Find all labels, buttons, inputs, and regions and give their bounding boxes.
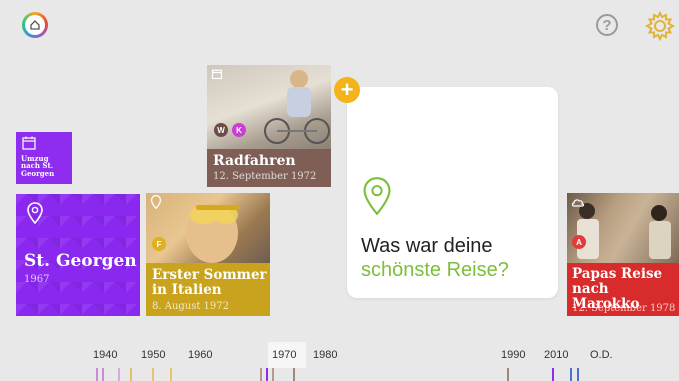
timeline-tick: [130, 368, 132, 381]
person-badge: A: [572, 235, 586, 249]
timeline-year[interactable]: 1980: [313, 349, 337, 361]
timeline-tick: [577, 368, 579, 381]
card-title: Radfahren: [213, 153, 296, 169]
location-pin-icon: [150, 195, 162, 209]
card-date: 1967: [24, 274, 50, 285]
card-papas-reise[interactable]: A Papas Reise nach Marokko 12. September…: [567, 193, 679, 316]
cloud-icon: [571, 199, 585, 207]
question-line-1: Was war deine: [361, 235, 493, 257]
timeline-tick: [293, 368, 295, 381]
card-title: St. Georgen: [24, 251, 137, 271]
timeline-tick: [260, 368, 262, 381]
help-button[interactable]: ?: [596, 14, 618, 36]
gear-icon: [644, 10, 676, 42]
card-title: Erster Sommer in Italien: [152, 267, 267, 298]
card-title: Umzug nach St. Georgen: [21, 154, 55, 178]
photo: [207, 65, 331, 149]
timeline-year-selected[interactable]: 1970: [272, 349, 296, 361]
timeline-tick: [570, 368, 572, 381]
timeline-year[interactable]: 1940: [93, 349, 117, 361]
timeline-tick: [170, 368, 172, 381]
home-icon: [25, 15, 45, 35]
calendar-icon: [22, 136, 36, 150]
calendar-icon: [211, 69, 223, 80]
timeline-year[interactable]: 1960: [188, 349, 212, 361]
timeline-tick: [96, 368, 98, 381]
card-erster-sommer[interactable]: F Erster Sommer in Italien 8. August 197…: [146, 193, 270, 316]
question-card[interactable]: Was war deine schönste Reise?: [347, 87, 558, 298]
timeline-tick: [272, 368, 274, 381]
timeline-tick: [266, 368, 268, 381]
timeline-tick: [118, 368, 120, 381]
card-date: 12. September 1972: [213, 171, 317, 182]
timeline-tick: [152, 368, 154, 381]
add-memory-button[interactable]: +: [334, 77, 360, 103]
timeline-tick: [552, 368, 554, 381]
person-badge: K: [232, 123, 246, 137]
timeline-year[interactable]: O.D.: [590, 349, 613, 361]
timeline-year[interactable]: 1990: [501, 349, 525, 361]
timeline-tick: [507, 368, 509, 381]
card-st-georgen[interactable]: St. Georgen 1967: [16, 194, 140, 316]
timeline-year[interactable]: 1950: [141, 349, 165, 361]
card-date: 12. September 1978: [572, 303, 676, 314]
card-date: 8. August 1972: [152, 301, 230, 312]
photo: [146, 193, 270, 263]
question-line-2: schönste Reise?: [361, 259, 509, 281]
home-button[interactable]: [22, 12, 48, 38]
timeline-tick: [102, 368, 104, 381]
card-radfahren[interactable]: W K Radfahren 12. September 1972: [207, 65, 331, 187]
location-pin-icon: [363, 177, 391, 216]
person-badge: F: [152, 237, 166, 251]
person-badge: W: [214, 123, 228, 137]
settings-button[interactable]: [644, 10, 676, 42]
timeline-year[interactable]: 2010: [544, 349, 568, 361]
location-pin-icon: [27, 202, 43, 224]
card-umzug[interactable]: Umzug nach St. Georgen: [16, 132, 72, 184]
